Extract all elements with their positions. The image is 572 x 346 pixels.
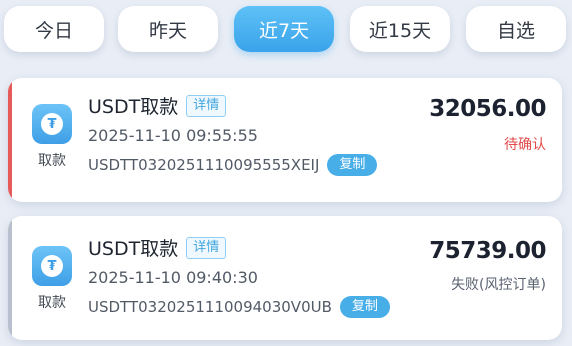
record-type-label: 取款	[38, 153, 66, 169]
record-amount: 32056.00	[429, 96, 546, 122]
record-card[interactable]: ₮ 取款 USDT取款 详情 2025-11-10 09:40:30 USDTT…	[8, 216, 562, 340]
copy-button[interactable]: 复制	[327, 154, 378, 176]
order-row: USDTT0320251110094030V0UB 复制	[88, 296, 390, 318]
copy-button[interactable]: 复制	[339, 296, 390, 318]
detail-button[interactable]: 详情	[186, 236, 227, 259]
usdt-icon: ₮	[32, 246, 72, 286]
record-title: USDT取款 详情	[88, 234, 227, 261]
tab-custom[interactable]: 自选	[466, 6, 566, 52]
record-type-label: 取款	[38, 295, 66, 311]
status-text: 待确认	[504, 137, 546, 153]
tab-last-15-days[interactable]: 近15天	[350, 6, 450, 52]
status-bar	[8, 216, 12, 340]
record-card[interactable]: ₮ 取款 USDT取款 详情 2025-11-10 09:55:55 USDTT…	[8, 78, 562, 202]
record-time: 2025-11-10 09:40:30	[88, 268, 258, 287]
detail-button[interactable]: 详情	[186, 94, 227, 117]
status-text: 失败(风控订单)	[451, 277, 546, 293]
date-filter-tabs: 今日 昨天 近7天 近15天 自选	[0, 0, 572, 60]
order-number: USDTT0320251110094030V0UB	[88, 298, 332, 316]
record-title-text: USDT取款	[88, 238, 179, 260]
record-amount: 75739.00	[429, 238, 546, 264]
tab-today[interactable]: 今日	[4, 6, 104, 52]
tab-last-7-days[interactable]: 近7天	[234, 6, 334, 52]
record-title-text: USDT取款	[88, 96, 179, 118]
tab-yesterday[interactable]: 昨天	[118, 6, 218, 52]
record-title: USDT取款 详情	[88, 92, 227, 119]
usdt-icon: ₮	[32, 104, 72, 144]
status-bar	[8, 78, 12, 202]
record-time: 2025-11-10 09:55:55	[88, 126, 258, 145]
order-row: USDTT0320251110095555XEIJ 复制	[88, 154, 378, 176]
order-number: USDTT0320251110095555XEIJ	[88, 156, 320, 174]
